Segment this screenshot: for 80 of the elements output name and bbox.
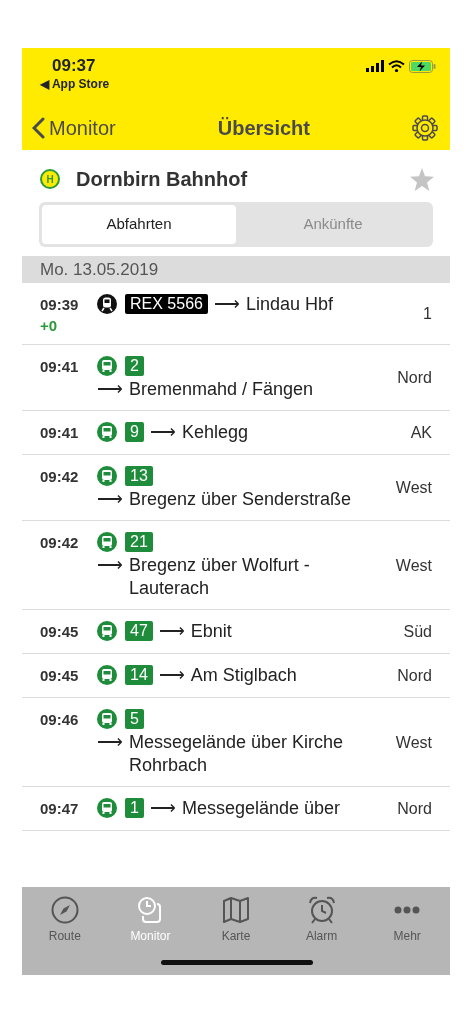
tab-bar-item[interactable]: Route xyxy=(24,895,105,975)
platform-label: Nord xyxy=(396,368,432,388)
departure-time: 09:46 xyxy=(40,710,80,730)
platform-label: Nord xyxy=(396,799,432,819)
platform-label: West xyxy=(394,478,432,498)
line-number: 1 xyxy=(125,798,144,818)
direction-arrow: ⟶ xyxy=(149,421,176,444)
station-name: Dornbirn Bahnhof xyxy=(76,167,249,192)
bus-icon xyxy=(97,466,117,486)
delay-label: +0 xyxy=(40,317,59,335)
tab-bar-item[interactable]: Karte xyxy=(196,895,276,975)
line-number: 2 xyxy=(125,356,144,376)
platform-label: Süd xyxy=(402,622,432,642)
departure-time: 09:39 xyxy=(40,295,80,315)
segment-tab[interactable]: Abfahrten xyxy=(42,205,236,244)
bus-icon xyxy=(97,422,117,442)
segment-tab[interactable]: Ankünfte xyxy=(236,205,430,244)
line-number: 14 xyxy=(125,665,153,685)
back-button[interactable]: Monitor xyxy=(32,112,116,143)
bus-icon xyxy=(97,621,117,641)
tab-bar-item[interactable]: Mehr xyxy=(367,895,448,975)
back-to-app-link[interactable]: ◀ App Store xyxy=(40,76,110,92)
destination: Bregenz über Wolfurt - Lauterach xyxy=(129,554,311,600)
bus-icon xyxy=(97,356,117,376)
direction-arrow: ⟶ xyxy=(158,664,185,687)
direction-arrow: ⟶ xyxy=(97,488,123,511)
destination: Am Stiglbach xyxy=(190,664,297,687)
tab-bar-item[interactable]: Monitor xyxy=(110,895,191,975)
destination: Ebnit xyxy=(190,620,232,643)
departure-time: 09:42 xyxy=(40,533,80,553)
destination: Messegelände über xyxy=(181,797,340,820)
status-time: 09:37 xyxy=(52,56,97,76)
signal-icon xyxy=(366,60,384,72)
star-icon xyxy=(410,167,434,191)
platform-label: West xyxy=(394,555,432,576)
line-number: REX 5566 xyxy=(125,294,208,314)
map-icon xyxy=(221,895,251,925)
tab-bar-item[interactable]: Alarm xyxy=(281,895,362,975)
direction-arrow: ⟶ xyxy=(149,797,176,820)
battery-charging-icon xyxy=(409,60,436,73)
line-number: 21 xyxy=(125,532,153,552)
direction-arrow: ⟶ xyxy=(158,620,185,643)
bus-icon xyxy=(97,709,117,729)
departure-time: 09:45 xyxy=(40,666,80,686)
direction-arrow: ⟶ xyxy=(213,293,240,316)
screen-title: Übersicht xyxy=(217,115,310,141)
destination: Bremenmahd / Fängen xyxy=(129,378,314,401)
chevron-left-icon xyxy=(32,116,45,139)
platform-label: West xyxy=(394,732,432,753)
compass-icon xyxy=(49,895,80,925)
destination: Kehlegg xyxy=(181,421,248,444)
bus-icon xyxy=(97,665,117,685)
date-header: Mo. 13.05.2019 xyxy=(22,255,450,283)
line-number: 5 xyxy=(125,709,144,729)
destination: Lindau Hbf xyxy=(245,293,333,316)
direction-arrow: ⟶ xyxy=(97,378,123,401)
direction-arrow: ⟶ xyxy=(97,554,123,577)
line-number: 13 xyxy=(125,466,153,486)
destination: Messegelände über Kirche Rohrbach xyxy=(129,731,345,777)
settings-icon xyxy=(412,114,438,141)
departure-time: 09:41 xyxy=(40,423,80,443)
destination: Bregenz über Senderstraße xyxy=(129,488,352,511)
alarm-clock-icon xyxy=(306,895,337,925)
departure-time: 09:47 xyxy=(40,799,80,819)
platform-label: 1 xyxy=(422,304,432,324)
direction-arrow: ⟶ xyxy=(97,731,123,754)
settings-button[interactable] xyxy=(412,114,438,141)
departure-time: 09:41 xyxy=(40,357,80,377)
platform-label: Nord xyxy=(396,666,432,686)
bus-icon xyxy=(97,532,117,552)
train-icon xyxy=(97,294,117,314)
wifi-icon xyxy=(388,60,405,72)
more-icon xyxy=(394,906,421,914)
line-number: 9 xyxy=(125,422,144,442)
departure-time: 09:42 xyxy=(40,467,80,487)
stop-sign: H xyxy=(40,169,60,189)
bus-icon xyxy=(97,798,117,818)
platform-label: AK xyxy=(409,423,432,443)
departure-time: 09:45 xyxy=(40,622,80,642)
line-number: 47 xyxy=(125,621,153,641)
